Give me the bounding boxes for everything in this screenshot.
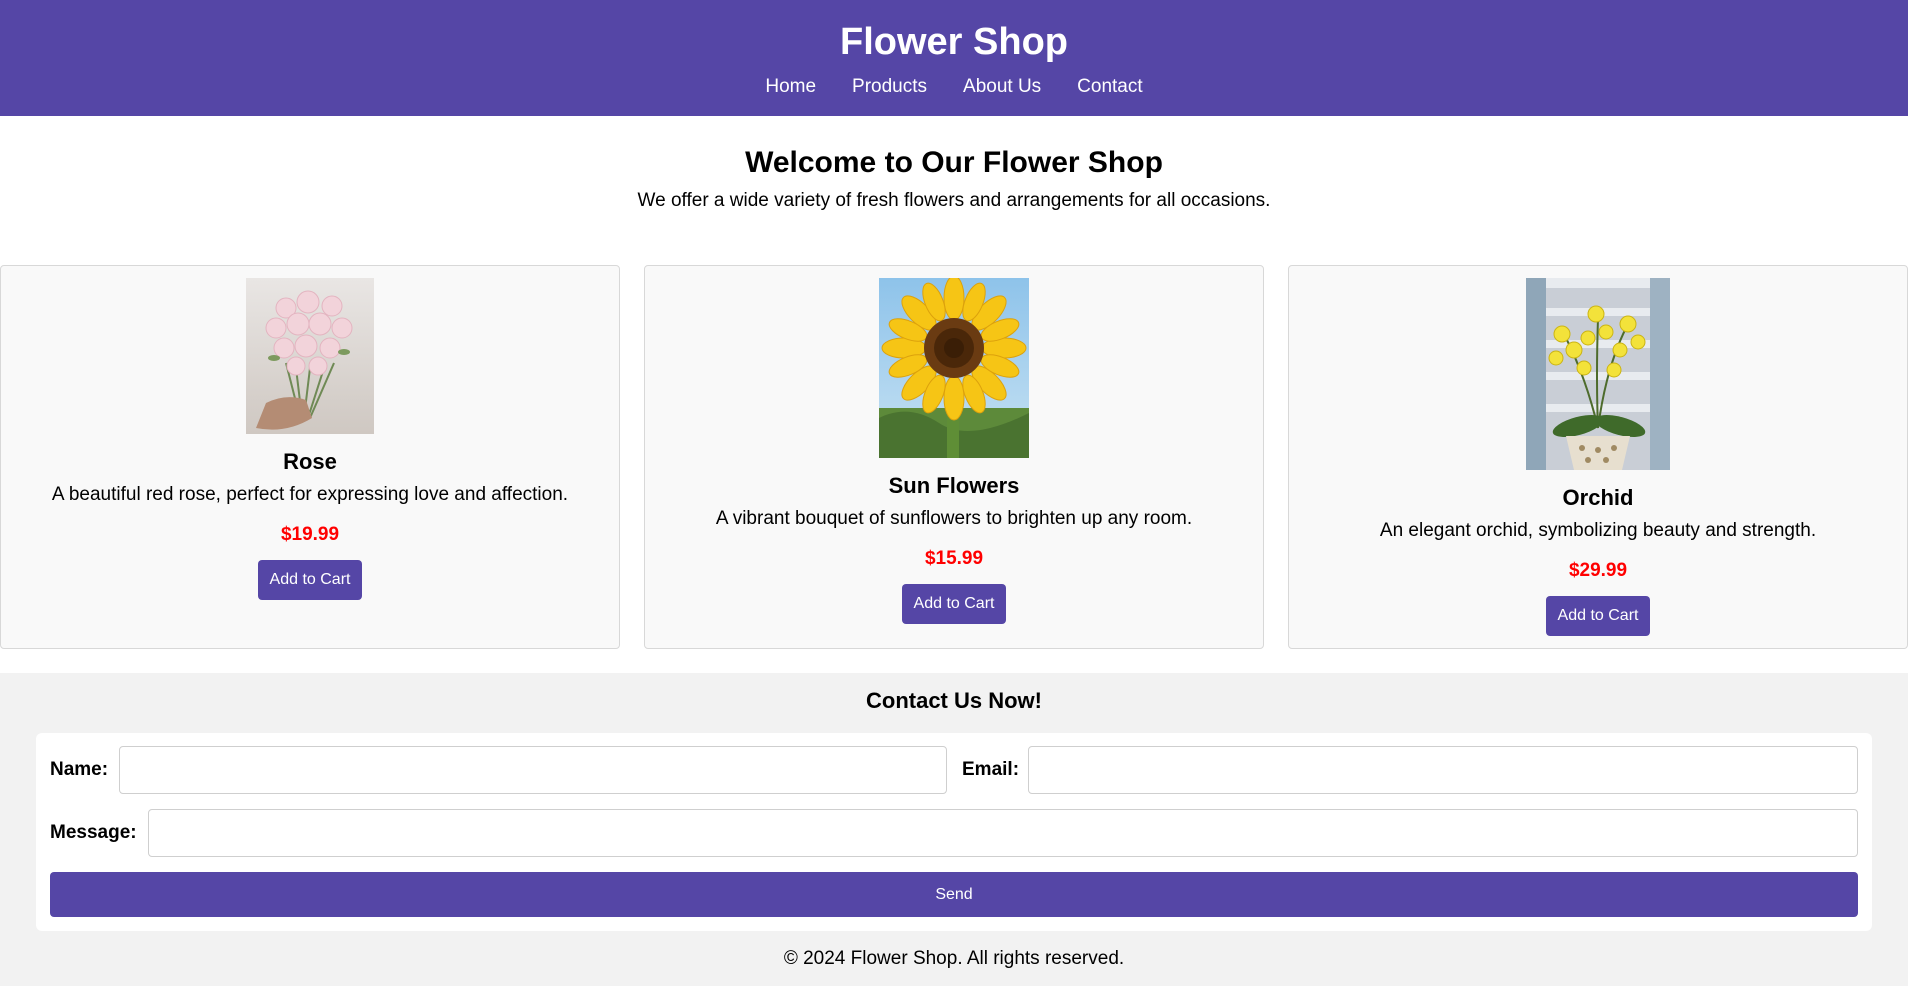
product-price: $19.99 xyxy=(280,524,340,545)
main-nav: Home Products About Us Contact xyxy=(0,75,1908,99)
name-label: Name: xyxy=(50,759,109,780)
add-to-cart-button[interactable]: Add to Cart xyxy=(1546,596,1650,636)
welcome-heading: Welcome to Our Flower Shop xyxy=(745,146,1163,179)
product-image-orchid xyxy=(1526,278,1670,470)
email-field[interactable] xyxy=(1028,746,1858,794)
contact-heading: Contact Us Now! xyxy=(866,688,1042,713)
product-price: $29.99 xyxy=(1568,560,1628,581)
product-list: Rose A beautiful red rose, perfect for e… xyxy=(0,265,1908,649)
product-image-sun-flowers xyxy=(879,278,1029,458)
add-to-cart-button[interactable]: Add to Cart xyxy=(258,560,362,600)
site-header: Flower Shop Home Products About Us Conta… xyxy=(0,0,1908,116)
site-title: Flower Shop xyxy=(840,21,1068,63)
send-button[interactable]: Send xyxy=(50,872,1858,917)
product-description: A vibrant bouquet of sunflowers to brigh… xyxy=(715,508,1193,529)
product-card-sun-flowers: Sun Flowers A vibrant bouquet of sunflow… xyxy=(644,265,1264,649)
product-card-orchid: Orchid An elegant orchid, symbolizing be… xyxy=(1288,265,1908,649)
nav-link-products[interactable]: Products xyxy=(852,75,927,99)
nav-link-about-us[interactable]: About Us xyxy=(963,75,1041,99)
product-description: A beautiful red rose, perfect for expres… xyxy=(51,484,569,505)
product-image-rose xyxy=(246,278,374,434)
nav-link-home[interactable]: Home xyxy=(765,75,816,99)
contact-form: Name: Email: Message: Send xyxy=(36,733,1872,931)
message-label: Message: xyxy=(50,822,137,843)
message-field[interactable] xyxy=(148,809,1858,857)
product-price: $15.99 xyxy=(924,548,984,569)
product-description: An elegant orchid, symbolizing beauty an… xyxy=(1379,520,1817,541)
product-name: Sun Flowers xyxy=(888,473,1020,498)
contact-section: Contact Us Now! Name: Email: Message: Se… xyxy=(0,673,1908,986)
footer-copyright: © 2024 Flower Shop. All rights reserved. xyxy=(783,948,1125,969)
product-name: Rose xyxy=(283,449,337,474)
name-field[interactable] xyxy=(119,746,947,794)
product-name: Orchid xyxy=(1562,485,1634,510)
welcome-text: We offer a wide variety of fresh flowers… xyxy=(637,190,1271,211)
add-to-cart-button[interactable]: Add to Cart xyxy=(902,584,1006,624)
product-card-rose: Rose A beautiful red rose, perfect for e… xyxy=(0,265,620,649)
nav-link-contact[interactable]: Contact xyxy=(1077,75,1142,99)
email-label: Email: xyxy=(962,759,1020,780)
